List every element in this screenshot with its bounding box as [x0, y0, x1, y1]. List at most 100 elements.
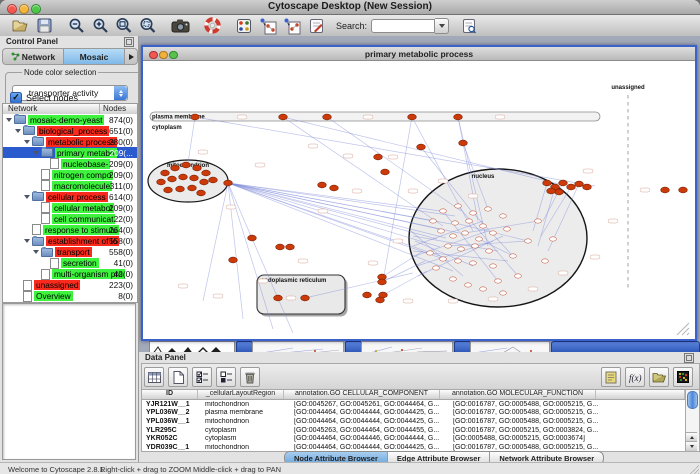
tree-row[interactable]: unassigned223(0) [3, 280, 137, 291]
tree-row[interactable]: cellular process614(0) [3, 191, 137, 202]
network-node[interactable] [445, 244, 452, 248]
network-node[interactable] [500, 214, 507, 218]
tree-row-label[interactable]: nucleobase- [61, 159, 110, 169]
network-node[interactable] [433, 266, 440, 270]
table-row[interactable]: YPL036W__1mitochondrion[GO:0044464, GO:0… [142, 417, 685, 426]
tree-row[interactable]: secretion41(0) [3, 258, 137, 269]
annotation-icon[interactable] [305, 16, 327, 35]
network-node[interactable] [363, 292, 372, 298]
tree-row-label[interactable]: secretion [61, 258, 99, 268]
disclosure-triangle-icon[interactable] [24, 195, 30, 199]
float-panel-icon[interactable] [684, 353, 694, 363]
network-node[interactable] [301, 295, 310, 301]
lifesaver-icon[interactable] [201, 16, 223, 35]
delete-attribute-icon[interactable] [240, 367, 260, 387]
attribute-table-icon[interactable] [144, 367, 164, 387]
network-node[interactable] [490, 264, 497, 268]
table-column-header[interactable]: annotation.GO CELLULAR_COMPONENT [284, 390, 440, 399]
network-node[interactable] [438, 229, 445, 233]
network-node[interactable] [458, 247, 465, 251]
network-node[interactable] [274, 295, 283, 301]
network-node[interactable] [455, 204, 462, 208]
tree-row[interactable]: cellular metabol209(0) [3, 202, 137, 213]
tree-row-label[interactable]: response to stimulu [43, 225, 119, 235]
table-column-header[interactable]: annotation.GO MOLECULAR_FUNCTION [440, 390, 596, 399]
table-column-header[interactable]: _cellularLayoutRegion [198, 390, 284, 399]
network-node[interactable] [171, 165, 180, 171]
zoom-out-icon[interactable] [65, 16, 87, 35]
network-node[interactable] [452, 221, 459, 225]
tree-row[interactable]: nucleobase-209(0) [3, 158, 137, 169]
network-node[interactable] [490, 231, 497, 235]
tab-mosaic[interactable]: Mosaic [64, 49, 125, 64]
tree-row-label[interactable]: cell communicat [52, 214, 115, 224]
open-icon[interactable] [9, 16, 31, 35]
scroll-down-button[interactable] [686, 441, 697, 451]
network-node[interactable] [535, 219, 542, 223]
network-node[interactable] [318, 182, 327, 188]
network-node[interactable] [495, 279, 502, 283]
network-node[interactable] [455, 259, 462, 263]
disclosure-triangle-icon[interactable] [15, 129, 21, 133]
network-node[interactable] [542, 259, 549, 263]
search-input[interactable] [371, 19, 435, 33]
network-node[interactable] [480, 224, 487, 228]
network-node[interactable] [381, 169, 390, 175]
background-window-sliver[interactable] [149, 341, 235, 352]
tree-row-label[interactable]: unassigned [34, 280, 80, 290]
network-node[interactable] [465, 283, 472, 287]
network-node[interactable] [510, 254, 517, 258]
network-node[interactable] [374, 154, 383, 160]
network-node[interactable] [417, 144, 426, 150]
tree-row-label[interactable]: biological_process [37, 126, 109, 136]
network-node[interactable] [427, 251, 434, 255]
table-row[interactable]: YJR121W__1mitochondrion[GO:0045267, GO:0… [142, 400, 685, 409]
layout-icon-2[interactable] [281, 16, 303, 35]
view-resize-grip[interactable] [677, 323, 689, 335]
disclosure-triangle-icon[interactable] [24, 140, 30, 144]
network-node[interactable] [430, 219, 437, 223]
network-node[interactable] [191, 114, 200, 120]
tree-row[interactable]: Overview8(0) [3, 291, 137, 302]
network-node[interactable] [480, 287, 487, 291]
table-row[interactable]: YLR295Ccytoplasm[GO:0045263, GO:0044464,… [142, 426, 685, 435]
network-node[interactable] [504, 227, 511, 231]
table-scrollbar[interactable] [685, 389, 700, 452]
view-resize-grip[interactable] [687, 333, 689, 335]
network-node[interactable] [168, 176, 177, 182]
tree-row[interactable]: transport558(0) [3, 247, 137, 258]
network-node[interactable] [229, 257, 238, 263]
tree-row[interactable]: mosaic-demo-yeast874(0) [3, 114, 137, 125]
tree-row-label[interactable]: transport [55, 247, 92, 257]
network-node[interactable] [224, 180, 233, 186]
network-node[interactable] [515, 274, 522, 278]
function-builder-icon[interactable]: f(x) [625, 367, 645, 387]
network-node[interactable] [286, 244, 295, 250]
tree-row-label[interactable]: cellular metabol [52, 203, 114, 213]
save-icon[interactable] [33, 16, 55, 35]
network-node[interactable] [555, 189, 564, 195]
network-node[interactable] [575, 181, 584, 187]
table-row[interactable]: YKR052Ccytoplasm[GO:0044464, GO:0044446,… [142, 434, 685, 443]
network-node[interactable] [202, 170, 211, 176]
birdseye-view[interactable] [2, 303, 136, 460]
network-node[interactable] [176, 186, 185, 192]
snapshot-icon[interactable] [169, 16, 191, 35]
network-node[interactable] [679, 187, 688, 193]
background-window-sliver[interactable] [361, 341, 453, 352]
matrix-icon[interactable] [673, 367, 693, 387]
network-node[interactable] [470, 261, 477, 265]
import-attributes-icon[interactable] [649, 367, 669, 387]
network-node[interactable] [276, 244, 285, 250]
tree-row-label[interactable]: metabolic process [46, 137, 117, 147]
background-window-sliver[interactable] [454, 341, 471, 352]
network-node[interactable] [559, 180, 568, 186]
network-node[interactable] [182, 162, 191, 168]
notes-icon[interactable] [601, 367, 621, 387]
disclosure-triangle-icon[interactable] [24, 239, 30, 243]
network-node[interactable] [525, 239, 532, 243]
new-attribute-icon[interactable] [168, 367, 188, 387]
network-node[interactable] [450, 234, 457, 238]
vizmapper-icon[interactable] [233, 16, 255, 35]
tree-row[interactable]: multi-organism pro42(0) [3, 269, 137, 280]
